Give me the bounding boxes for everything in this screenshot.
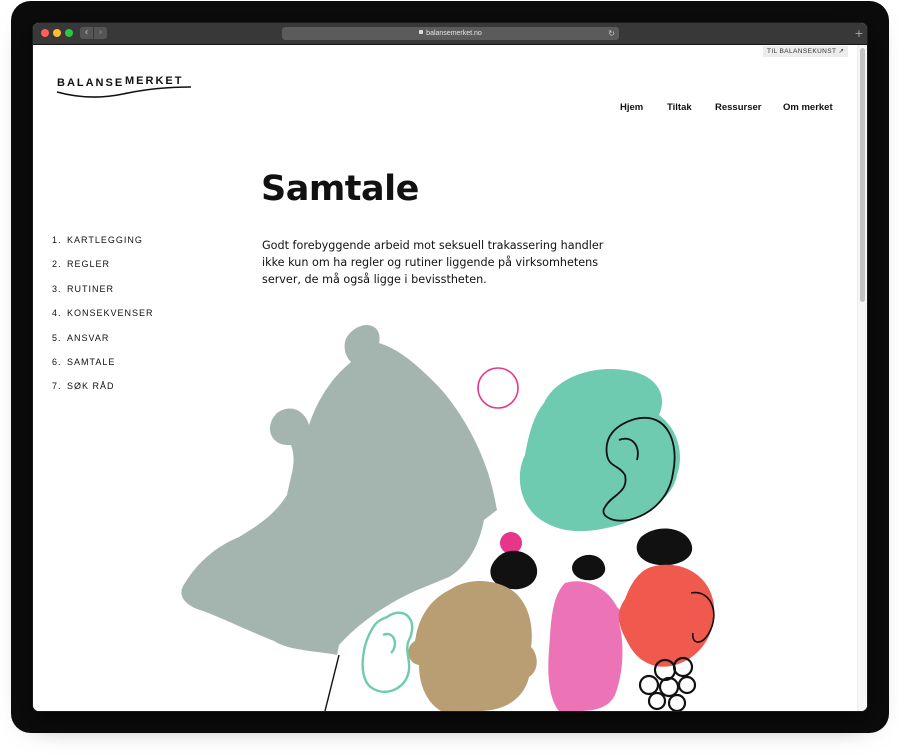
nav-hjem[interactable]: Hjem: [620, 102, 643, 113]
balansemerket-logo[interactable]: BALANSE MERKET: [55, 67, 195, 101]
pink-head-shape: [548, 581, 625, 711]
vertical-scrollbar[interactable]: [857, 45, 867, 711]
browser-toolbar: ‹ › balansemerket.no ↻ +: [33, 23, 867, 45]
conversation-heads-illustration: [181, 325, 715, 711]
magenta-dot: [500, 532, 522, 554]
toc-item-ansvar[interactable]: 5. ANSVAR: [52, 333, 154, 357]
close-window-button[interactable]: [41, 29, 49, 37]
thin-black-line: [324, 654, 340, 711]
reload-icon[interactable]: ↻: [608, 27, 615, 40]
mint-ear-outline: [361, 611, 414, 693]
toc-item-konsekvenser[interactable]: 4. KONSEKVENSER: [52, 308, 154, 332]
page-title: Samtale: [261, 169, 419, 209]
lock-icon: [419, 30, 424, 35]
nav-tiltak[interactable]: Tiltak: [667, 102, 692, 113]
balansekunst-link[interactable]: TIL BALANSEKUNST ↗: [763, 46, 849, 57]
tan-head-shape: [408, 580, 537, 711]
address-bar-url: balansemerket.no: [426, 30, 482, 37]
logo-text-right: MERKET: [125, 75, 183, 87]
back-arrow-icon[interactable]: ‹: [80, 27, 93, 39]
address-bar[interactable]: balansemerket.no ↻: [282, 27, 619, 40]
fullscreen-window-button[interactable]: [65, 29, 73, 37]
black-tuft-2: [572, 554, 606, 581]
browser-window: ‹ › balansemerket.no ↻ + TIL BALANSEKUNS…: [33, 23, 867, 711]
scrollbar-thumb[interactable]: [860, 48, 865, 302]
toc-item-rutiner[interactable]: 3. RUTINER: [52, 284, 154, 308]
table-of-contents: 1. KARTLEGGING 2. REGLER 3. RUTINER 4. KONSE…: [52, 235, 154, 406]
toc-item-sok-rad[interactable]: 7. SØK RÅD: [52, 381, 154, 405]
magenta-ring: [477, 367, 519, 409]
coral-head-shape: [618, 564, 715, 667]
toc-item-regler[interactable]: 2. REGLER: [52, 259, 154, 283]
minimize-window-button[interactable]: [53, 29, 61, 37]
logo-text-left: BALANSE: [57, 77, 124, 89]
nav-om-merket[interactable]: Om merket: [783, 102, 833, 113]
toc-item-samtale[interactable]: 6. SAMTALE: [52, 357, 154, 381]
forward-arrow-icon[interactable]: ›: [94, 27, 107, 39]
web-page: TIL BALANSEKUNST ↗ BALANSE MERKET Hjem T…: [33, 45, 867, 711]
new-tab-icon[interactable]: +: [853, 28, 865, 40]
nav-ressurser[interactable]: Ressurser: [715, 102, 761, 113]
toc-item-kartlegging[interactable]: 1. KARTLEGGING: [52, 235, 154, 259]
black-tuft-3: [636, 528, 693, 566]
intro-paragraph: Godt forebyggende arbeid mot seksuell tr…: [262, 239, 604, 286]
